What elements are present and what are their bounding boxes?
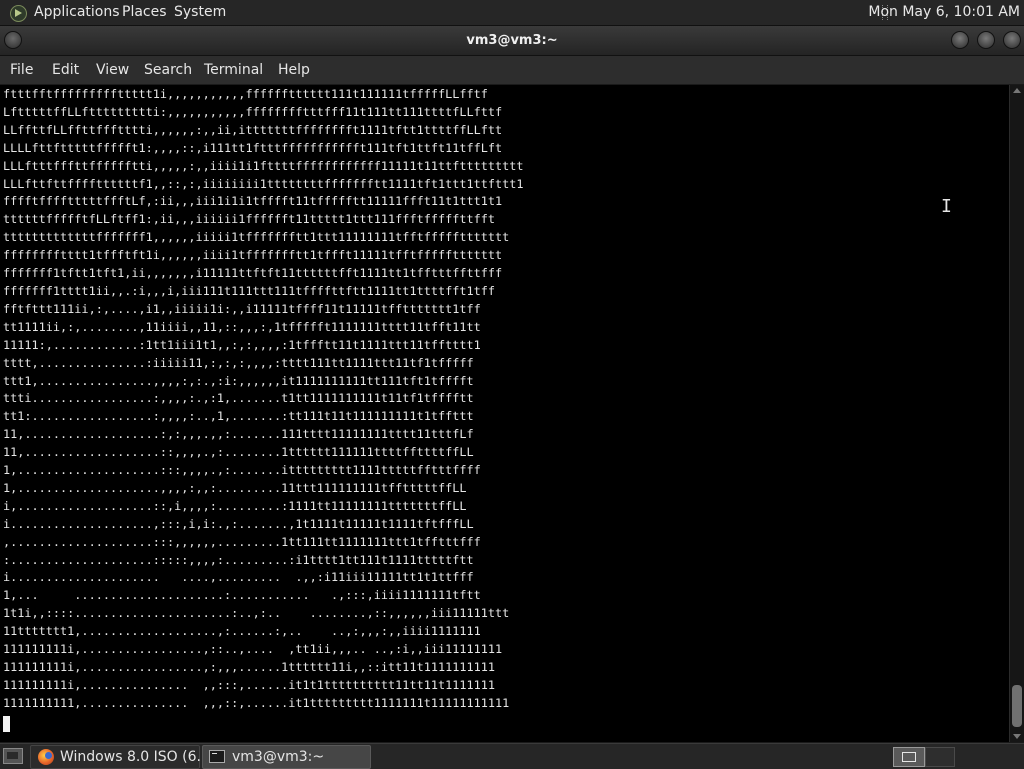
menu-view[interactable]: View bbox=[96, 56, 129, 84]
text-cursor-icon: I bbox=[941, 196, 952, 217]
taskbar-item-terminal[interactable]: vm3@vm3:~ bbox=[202, 745, 371, 769]
menu-help[interactable]: Help bbox=[278, 56, 310, 84]
menu-edit[interactable]: Edit bbox=[52, 56, 79, 84]
scroll-down-arrow-icon[interactable] bbox=[1013, 734, 1021, 739]
places-menu[interactable]: Places bbox=[122, 0, 167, 25]
terminal-scrollbar[interactable] bbox=[1009, 85, 1024, 742]
bottom-panel: Windows 8.0 ISO (6... vm3@vm3:~ bbox=[0, 743, 1024, 769]
menu-search[interactable]: Search bbox=[144, 56, 192, 84]
terminal-menubar: File Edit View Search Terminal Help bbox=[0, 56, 1024, 85]
workspace-2-icon[interactable] bbox=[925, 747, 955, 767]
scrollbar-thumb[interactable] bbox=[1012, 685, 1022, 727]
scroll-up-arrow-icon[interactable] bbox=[1013, 88, 1021, 93]
top-panel: Applications Places System Mon May 6, 10… bbox=[0, 0, 1024, 26]
firefox-icon bbox=[38, 749, 54, 765]
menu-terminal[interactable]: Terminal bbox=[204, 56, 263, 84]
terminal-text: ftttfftfffffffffttttt1i,,,,,,,,,,,ffffff… bbox=[3, 87, 524, 710]
taskbar-item-label: Windows 8.0 ISO (6... bbox=[60, 749, 210, 765]
terminal-icon bbox=[209, 750, 225, 763]
applications-logo-icon[interactable] bbox=[10, 5, 27, 22]
menu-file[interactable]: File bbox=[10, 56, 33, 84]
system-menu[interactable]: System bbox=[174, 0, 226, 25]
show-desktop-icon[interactable] bbox=[3, 748, 23, 764]
maximize-button[interactable] bbox=[977, 31, 995, 49]
taskbar-item-label: vm3@vm3:~ bbox=[232, 749, 325, 765]
close-button[interactable] bbox=[1003, 31, 1021, 49]
workspace-1-icon[interactable] bbox=[893, 747, 925, 767]
taskbar-item-firefox[interactable]: Windows 8.0 ISO (6... bbox=[30, 745, 210, 769]
clock[interactable]: Mon May 6, 10:01 AM bbox=[868, 0, 1020, 25]
applications-menu[interactable]: Applications bbox=[34, 0, 120, 25]
window-title: vm3@vm3:~ bbox=[466, 33, 558, 48]
terminal-output[interactable]: ftttfftfffffffffttttt1i,,,,,,,,,,,ffffff… bbox=[0, 85, 1009, 742]
terminal-cursor bbox=[3, 716, 10, 732]
window-titlebar[interactable]: vm3@vm3:~ bbox=[0, 26, 1024, 56]
minimize-button[interactable] bbox=[951, 31, 969, 49]
